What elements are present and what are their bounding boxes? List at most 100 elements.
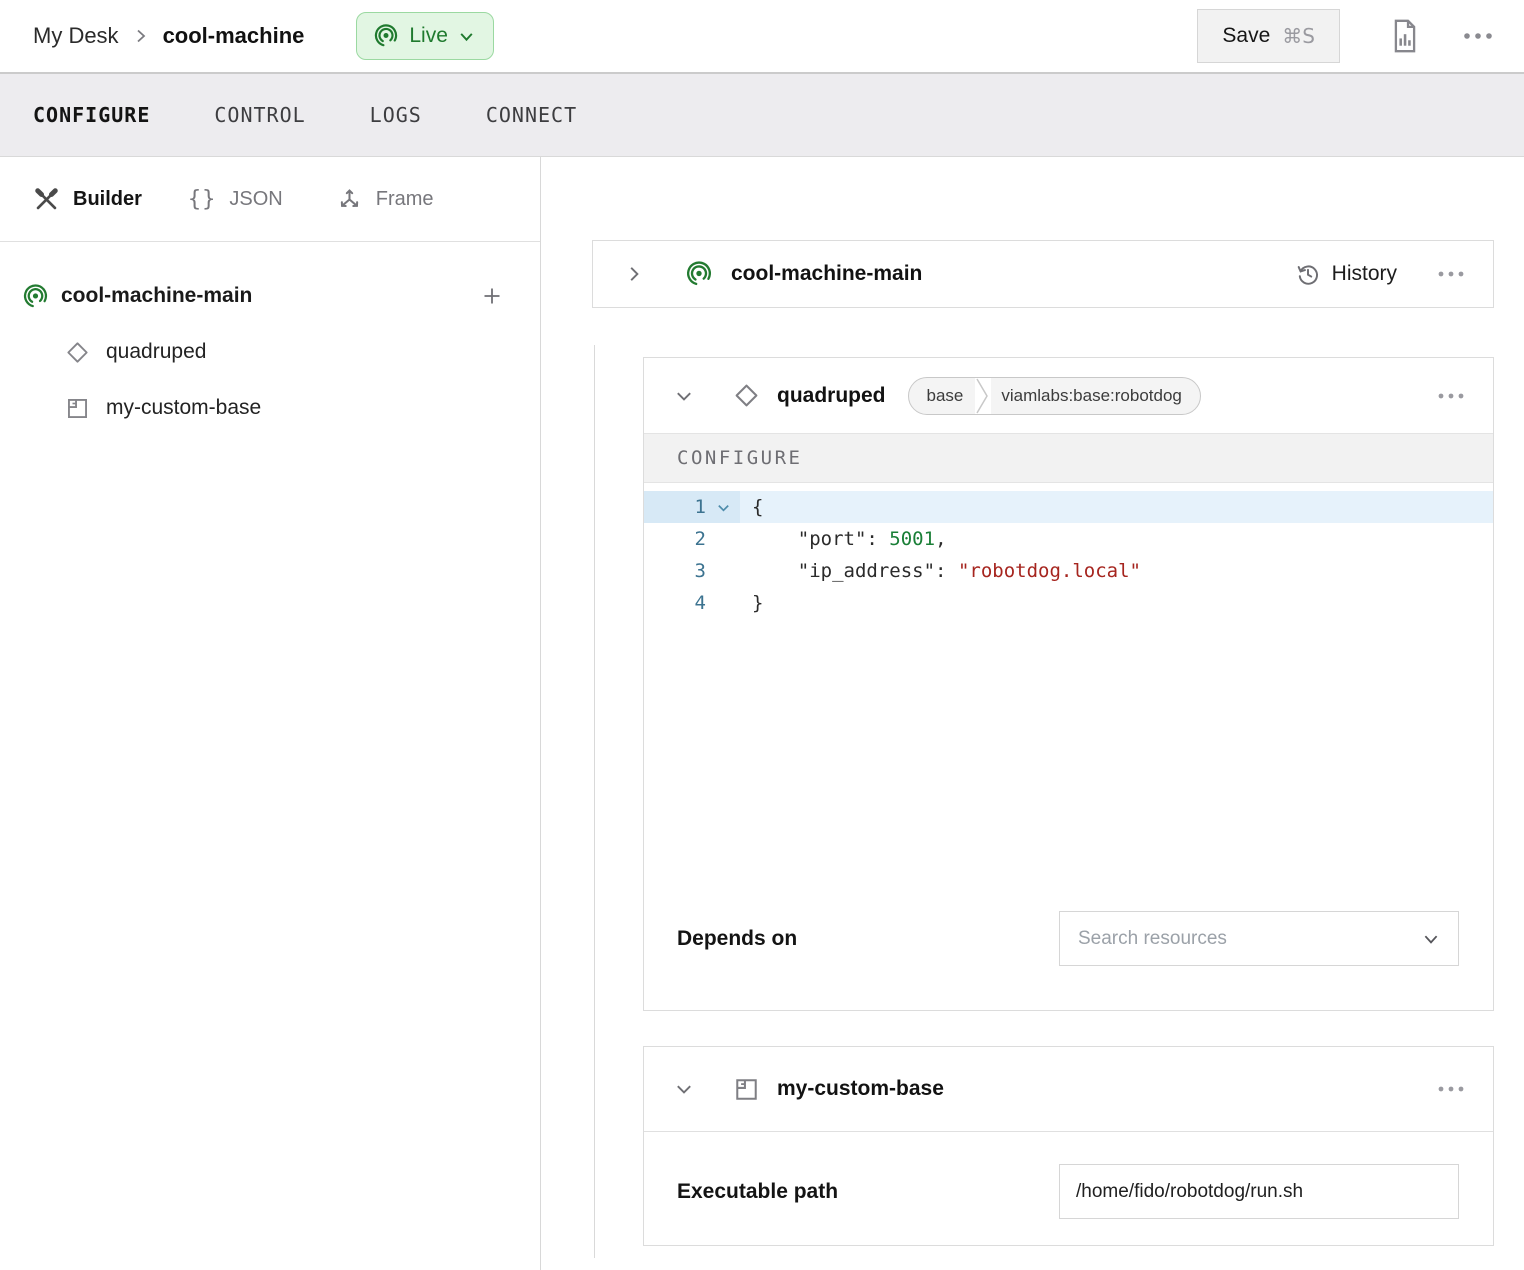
save-shortcut: ⌘S [1282, 24, 1315, 48]
code-line[interactable]: 3 "ip_address": "robotdog.local" [644, 555, 1493, 587]
code-line[interactable]: 4} [644, 587, 1493, 619]
history-clock-icon [1295, 261, 1321, 287]
code-line-text: "ip_address": "robotdog.local" [740, 555, 1141, 587]
chevron-down-icon [675, 387, 693, 405]
save-label: Save [1222, 24, 1270, 48]
depends-on-placeholder: Search resources [1078, 928, 1227, 950]
top-bar: My Desk cool-machine Live Save ⌘S [0, 0, 1524, 72]
quadruped-card-header: quadruped base viamlabs:base:robotdog [644, 358, 1493, 433]
tree-item-quadruped[interactable]: quadruped [0, 324, 540, 380]
tools-icon [33, 186, 60, 213]
live-broadcast-icon [373, 23, 399, 49]
view-switcher: Builder {} JSON Frame [0, 157, 540, 242]
tab-configure[interactable]: CONFIGURE [33, 103, 150, 127]
status-label: Live [409, 24, 448, 48]
module-icon [65, 396, 90, 421]
tree-item-label: my-custom-base [106, 396, 261, 420]
frame-axes-icon [336, 186, 363, 213]
tree-item-label: quadruped [106, 340, 206, 364]
view-builder-label: Builder [73, 188, 142, 211]
builder-sidebar: Builder {} JSON Frame [0, 157, 541, 1270]
ellipsis-icon [1437, 392, 1465, 400]
breadcrumb-chevron-icon [133, 28, 149, 44]
executable-path-input[interactable] [1059, 1164, 1459, 1219]
module-icon [733, 1076, 760, 1103]
ellipsis-icon [1462, 31, 1494, 41]
line-number: 2 [644, 523, 706, 555]
fold-gutter [706, 555, 740, 587]
custom-base-card: my-custom-base Executable path [643, 1046, 1494, 1246]
machine-part-card: cool-machine-main History [592, 240, 1494, 308]
ellipsis-icon [1437, 270, 1465, 278]
code-line[interactable]: 1{ [644, 491, 1493, 523]
resource-tree: cool-machine-main quadruped [0, 242, 540, 436]
chevron-down-icon [675, 1080, 693, 1098]
view-builder[interactable]: Builder [33, 186, 142, 213]
collapse-custom-base-button[interactable] [675, 1080, 693, 1098]
plus-icon [480, 284, 504, 308]
part-title: cool-machine-main [731, 262, 922, 286]
depends-on-label: Depends on [677, 927, 797, 951]
quadruped-more-menu[interactable] [1437, 392, 1465, 400]
machine-status-dropdown[interactable]: Live [356, 12, 494, 60]
topbar-more-menu[interactable] [1462, 31, 1494, 41]
page-tabs: CONFIGURE CONTROL LOGS CONNECT [0, 72, 1524, 157]
history-button[interactable]: History [1295, 261, 1397, 287]
line-number: 4 [644, 587, 706, 619]
code-line-text: "port": 5001, [740, 523, 947, 555]
code-line[interactable]: 2 "port": 5001, [644, 523, 1493, 555]
custom-base-card-header: my-custom-base [644, 1047, 1493, 1132]
part-more-menu[interactable] [1437, 270, 1465, 278]
breadcrumb-current: cool-machine [163, 23, 305, 49]
quadruped-card: quadruped base viamlabs:base:robotdog CO… [643, 357, 1494, 1011]
save-button[interactable]: Save ⌘S [1197, 9, 1340, 63]
braces-icon: {} [188, 187, 217, 212]
live-part-icon [685, 260, 713, 288]
executable-path-label: Executable path [677, 1180, 838, 1204]
tree-item-my-custom-base[interactable]: my-custom-base [0, 380, 540, 436]
chevron-down-icon [458, 28, 475, 45]
tree-item-machine-part[interactable]: cool-machine-main [0, 268, 540, 324]
badge-type: base [909, 386, 976, 406]
code-editor[interactable]: 1{2 "port": 5001,3 "ip_address": "robotd… [644, 483, 1493, 619]
ellipsis-icon [1437, 1085, 1465, 1093]
configure-main: cool-machine-main History [541, 157, 1524, 1270]
collapse-quadruped-button[interactable] [675, 387, 693, 405]
line-number: 1 [644, 491, 706, 523]
breadcrumb-parent[interactable]: My Desk [33, 23, 119, 49]
code-line-text: { [740, 491, 763, 523]
tab-control[interactable]: CONTROL [214, 103, 305, 127]
chevron-down-icon [1422, 930, 1440, 948]
view-frame-label: Frame [376, 188, 434, 211]
configure-section-label: CONFIGURE [677, 447, 802, 469]
fold-gutter [706, 523, 740, 555]
component-type-badge: base viamlabs:base:robotdog [908, 377, 1201, 415]
chevron-right-icon [625, 265, 643, 283]
executable-path-row: Executable path [644, 1164, 1493, 1219]
component-diamond-icon [733, 382, 760, 409]
view-frame[interactable]: Frame [336, 186, 434, 213]
machine-report-button[interactable] [1390, 19, 1420, 53]
view-json-label: JSON [229, 188, 282, 211]
depends-on-row: Depends on Search resources [644, 911, 1493, 966]
tree-item-label: cool-machine-main [61, 284, 252, 308]
depends-on-select[interactable]: Search resources [1059, 911, 1459, 966]
code-line-text: } [740, 587, 763, 619]
badge-chevron-icon [975, 377, 991, 415]
tab-logs[interactable]: LOGS [370, 103, 422, 127]
live-part-icon [22, 283, 49, 310]
history-label: History [1332, 262, 1397, 286]
module-title: my-custom-base [777, 1077, 944, 1101]
configure-section-bar: CONFIGURE [644, 433, 1493, 483]
custom-base-more-menu[interactable] [1437, 1085, 1465, 1093]
fold-chevron-icon[interactable] [706, 491, 740, 523]
view-json[interactable]: {} JSON [188, 187, 283, 212]
part-connector-line [594, 345, 595, 1258]
add-resource-button[interactable] [480, 284, 504, 308]
fold-gutter [706, 587, 740, 619]
tab-connect[interactable]: CONNECT [486, 103, 577, 127]
expand-part-button[interactable] [625, 265, 643, 283]
component-title: quadruped [777, 384, 886, 408]
file-chart-icon [1390, 19, 1420, 53]
component-diamond-icon [65, 340, 90, 365]
